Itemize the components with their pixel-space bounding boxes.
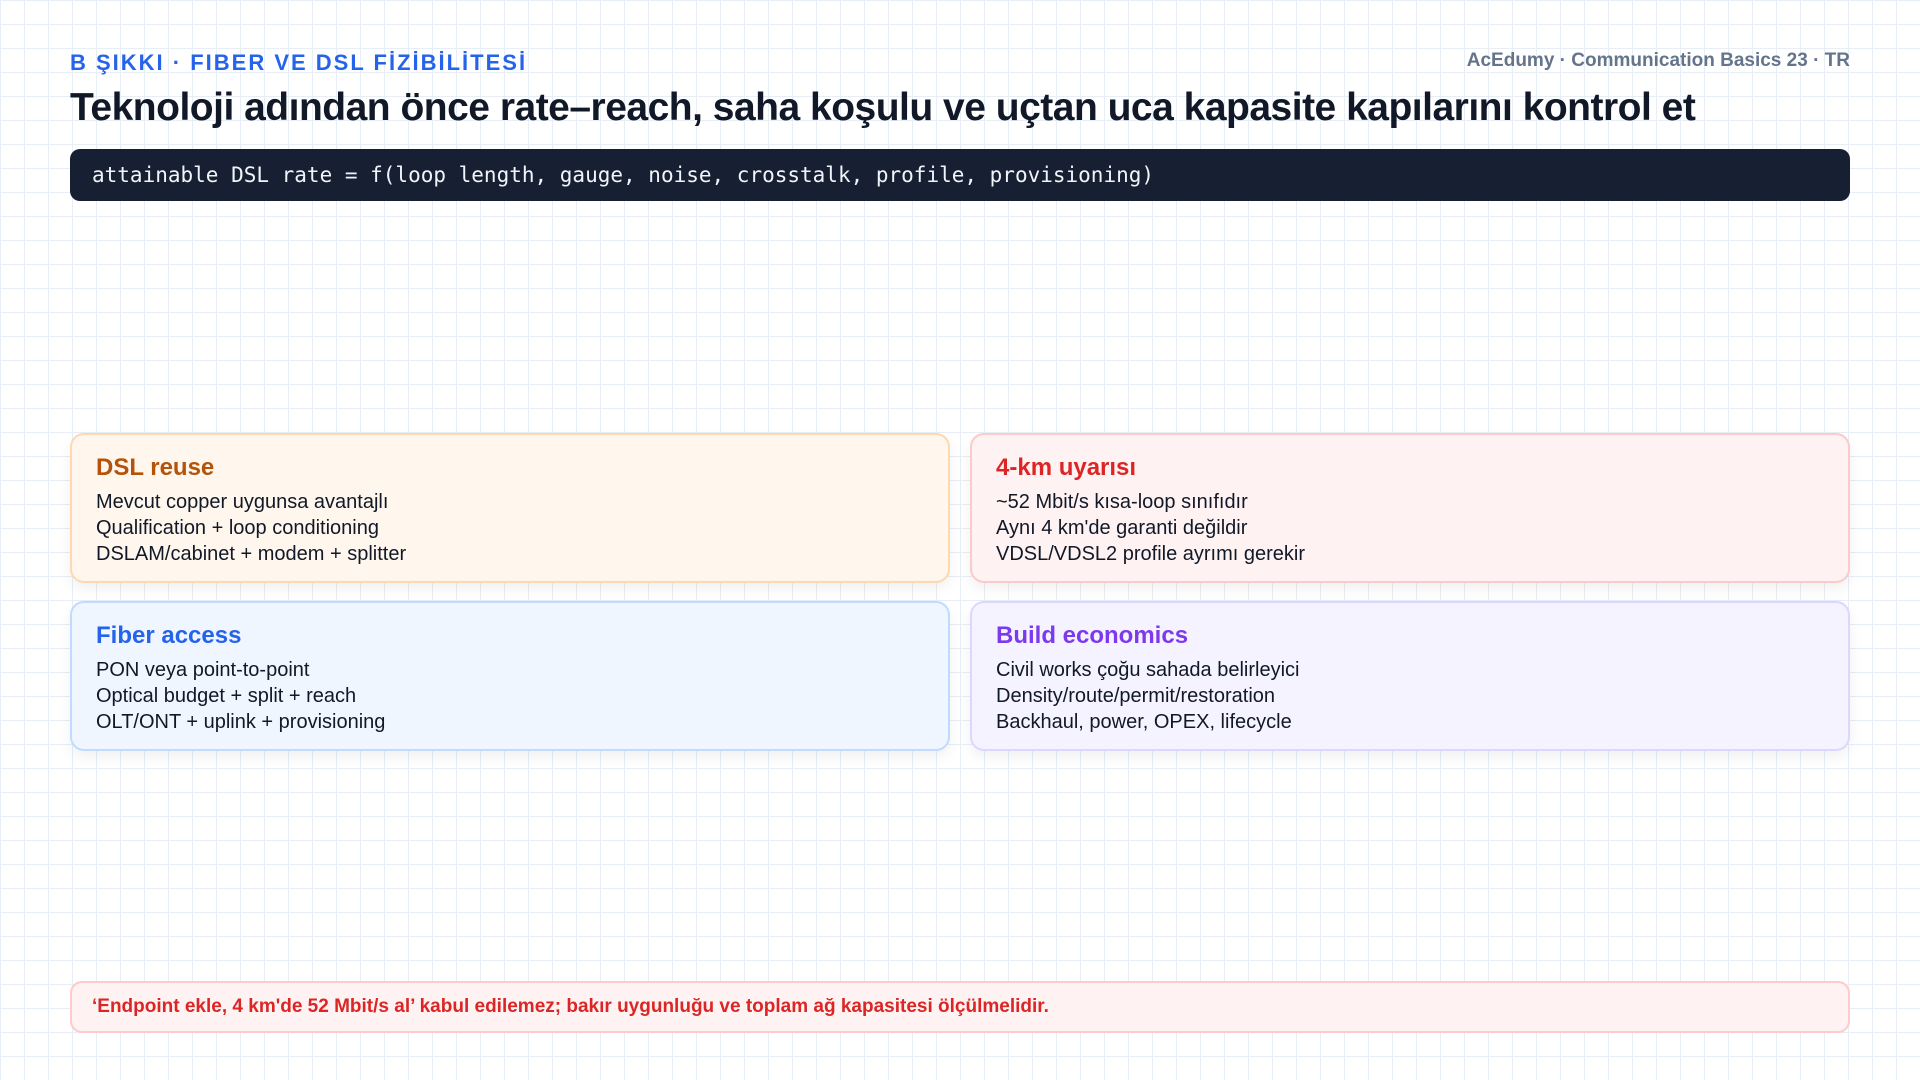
warning-note: ‘Endpoint ekle, 4 km'de 52 Mbit/s al’ ka… <box>70 981 1850 1033</box>
card-line: PON veya point-to-point <box>96 659 310 681</box>
card-build-economics: Build economics Civil works çoğu sahada … <box>970 601 1850 751</box>
card-line: Density/route/permit/restoration <box>996 685 1276 707</box>
card-fiber-access: Fiber access PON veya point-to-point Opt… <box>70 601 950 751</box>
card-line: Civil works çoğu sahada belirleyici <box>996 659 1300 681</box>
card-line: VDSL/VDSL2 profile ayrımı gerekir <box>996 543 1306 565</box>
card-dsl-reuse: DSL reuse Mevcut copper uygunsa avantajl… <box>70 433 950 583</box>
card-4km-warning: 4-km uyarısı ~52 Mbit/s kısa-loop sınıfı… <box>970 433 1850 583</box>
card-line: ~52 Mbit/s kısa-loop sınıfıdır <box>996 491 1248 513</box>
card-line: Aynı 4 km'de garanti değildir <box>996 517 1248 539</box>
card-line: DSLAM/cabinet + modem + splitter <box>96 543 407 565</box>
card-line: Optical budget + split + reach <box>96 685 357 707</box>
card-title: DSL reuse <box>96 454 215 481</box>
formula-bar: attainable DSL rate = f(loop length, gau… <box>70 149 1850 201</box>
card-grid: DSL reuse Mevcut copper uygunsa avantajl… <box>70 433 1850 751</box>
card-line: Mevcut copper uygunsa avantajlı <box>96 491 389 513</box>
card-line: OLT/ONT + uplink + provisioning <box>96 711 386 733</box>
page-title: Teknoloji adından önce rate–reach, saha … <box>70 86 1696 129</box>
section-kicker: B ŞIKKI · FIBER VE DSL FİZİBİLİTESİ <box>70 50 528 75</box>
card-title: Build economics <box>996 622 1189 649</box>
card-title: Fiber access <box>96 622 242 649</box>
card-line: Backhaul, power, OPEX, lifecycle <box>996 711 1292 733</box>
card-line: Qualification + loop conditioning <box>96 517 379 539</box>
card-title: 4-km uyarısı <box>996 454 1137 481</box>
brand-label: AcEdumy · Communication Basics 23 · TR <box>1466 50 1850 71</box>
